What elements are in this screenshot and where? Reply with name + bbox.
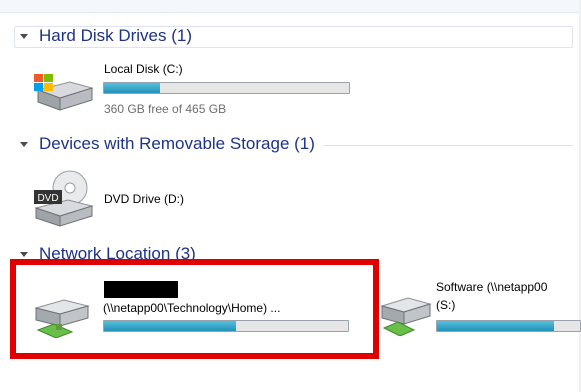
collapse-triangle-icon[interactable] xyxy=(20,252,28,257)
svg-text:DVD: DVD xyxy=(37,193,58,204)
network-drive-letter: (S:) xyxy=(436,298,456,312)
collapse-triangle-icon[interactable] xyxy=(20,142,28,147)
network-drive-icon xyxy=(380,297,432,336)
group-header-removable-storage[interactable]: Devices with Removable Storage (1) xyxy=(14,134,573,156)
drive-usage-bar xyxy=(436,320,581,332)
hard-drive-windows-icon xyxy=(34,74,94,111)
drive-usage-bar xyxy=(103,82,350,94)
drive-item-dvd-d[interactable]: DVD DVD Drive (D:) xyxy=(30,170,230,228)
drive-name: Local Disk (C:) xyxy=(104,62,183,76)
dvd-drive-icon: DVD xyxy=(34,170,94,227)
highlight-box xyxy=(10,259,379,359)
redaction-block xyxy=(104,281,178,298)
network-drive-name: Software (\\netapp00 xyxy=(436,280,548,294)
drive-item-local-disk-c[interactable]: Local Disk (C:) 360 GB free of 465 GB xyxy=(30,60,360,116)
group-header-hard-disk-drives[interactable]: Hard Disk Drives (1) xyxy=(14,26,573,48)
network-drive-item-software[interactable]: Software (\\netapp00 (S:) xyxy=(380,276,581,342)
drive-name: DVD Drive (D:) xyxy=(104,192,184,206)
computer-window: Hard Disk Drives (1) Local Disk (C:) 360… xyxy=(0,0,581,392)
group-header-rule xyxy=(323,145,573,146)
drive-usage-fill xyxy=(437,321,555,331)
group-title: Hard Disk Drives (1) xyxy=(39,26,193,45)
group-title: Devices with Removable Storage (1) xyxy=(39,134,315,153)
drive-free-space: 360 GB free of 465 GB xyxy=(104,102,227,116)
collapse-triangle-icon[interactable] xyxy=(20,34,28,39)
drive-usage-fill xyxy=(104,83,161,93)
toolbar-strip xyxy=(0,0,581,13)
